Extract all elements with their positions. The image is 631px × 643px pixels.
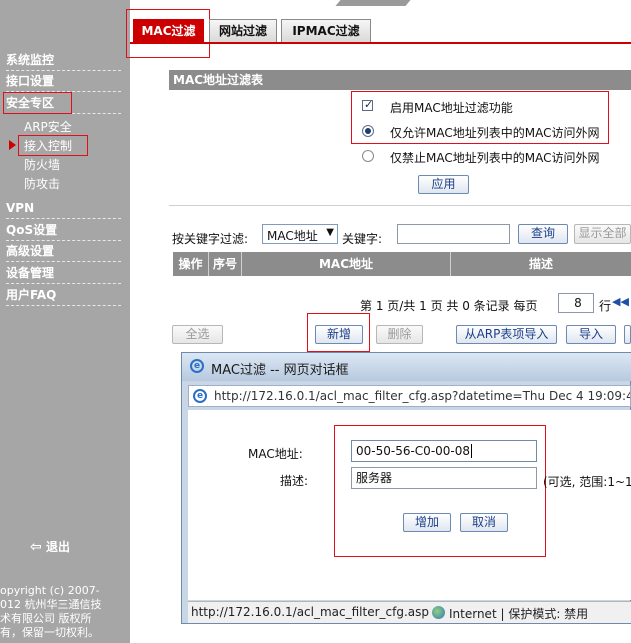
col-mac: MAC地址 (242, 252, 451, 276)
dialog-cancel-button[interactable]: 取消 (460, 513, 508, 532)
delete-button[interactable]: 删除 (376, 325, 423, 344)
sidebar-item-faq[interactable]: 用户FAQ (6, 285, 121, 306)
globe-icon (432, 606, 445, 619)
deny-list-label: 仅禁止MAC地址列表中的MAC访问外网 (390, 151, 600, 165)
deny-list-radio[interactable] (362, 150, 374, 162)
dialog-content: MAC地址: 00-50-56-C0-00-08 描述: 服务器 (可选, 范围… (188, 410, 631, 600)
logout-link[interactable]: ⇦ 退出 (30, 538, 70, 555)
panel-divider (169, 205, 631, 206)
sidebar-item-advanced[interactable]: 高级设置 (6, 241, 121, 262)
highlight-box-mac-tab (126, 9, 210, 58)
banner-decoration (335, 0, 411, 6)
sidebar-item-system-monitor[interactable]: 系统监控 (6, 50, 121, 71)
show-all-button[interactable]: 显示全部 (574, 224, 631, 244)
description-hint: (可选, 范围:1~1 (543, 475, 631, 489)
sidebar-subitem-arp[interactable]: ARP安全 (24, 118, 104, 136)
ie-icon: e (190, 359, 204, 373)
export-button-partial[interactable] (624, 325, 631, 344)
table-header: 操作 序号 MAC地址 描述 (173, 252, 631, 276)
mac-address-input[interactable]: 00-50-56-C0-00-08 (351, 440, 537, 462)
first-page-icon[interactable]: ◀◀ (612, 295, 629, 308)
sidebar: 系统监控 接口设置 安全专区 ARP安全 接入控制 防火墙 防攻击 VPN Qo… (0, 0, 130, 643)
import-arp-button[interactable]: 从ARP表项导入 (456, 325, 557, 344)
per-page-input[interactable]: 8 (558, 293, 594, 313)
sidebar-subitem-anti-attack[interactable]: 防攻击 (24, 175, 104, 193)
query-button[interactable]: 查询 (518, 224, 568, 244)
dialog-title: MAC过滤 -- 网页对话框 (211, 363, 349, 378)
tab-ipmac-filter[interactable]: IPMAC过滤 (281, 19, 371, 42)
panel-header: MAC地址过滤表 (169, 70, 631, 90)
mac-address-label: MAC地址: (248, 447, 303, 461)
tab-website-filter[interactable]: 网站过滤 (209, 19, 277, 42)
dialog-url: http://172.16.0.1/acl_mac_filter_cfg.asp… (214, 389, 631, 403)
filter-label: 按关键字过滤: (172, 232, 249, 246)
col-desc: 描述 (528, 257, 553, 271)
description-input[interactable]: 服务器 (351, 467, 537, 489)
sidebar-subitem-firewall[interactable]: 防火墙 (24, 156, 104, 174)
logout-icon: ⇦ (30, 539, 42, 555)
dialog-add-button[interactable]: 增加 (403, 513, 451, 532)
sidebar-item-device-mgmt[interactable]: 设备管理 (6, 263, 121, 284)
sidebar-item-vpn[interactable]: VPN (6, 198, 121, 219)
modal-dialog: e MAC过滤 -- 网页对话框 e http://172.16.0.1/acl… (181, 352, 631, 624)
chevron-down-icon: ▼ (326, 227, 334, 238)
sidebar-item-qos[interactable]: QoS设置 (6, 220, 121, 241)
dialog-titlebar: e MAC过滤 -- 网页对话框 (182, 353, 631, 381)
page-icon: e (193, 389, 207, 403)
tab-underline (130, 42, 631, 44)
apply-button[interactable]: 应用 (418, 175, 469, 194)
dialog-url-bar: e http://172.16.0.1/acl_mac_filter_cfg.a… (188, 385, 631, 407)
import-button[interactable]: 导入 (566, 325, 616, 344)
pager-rows-label: 行 (599, 299, 612, 313)
current-arrow-icon (9, 140, 16, 150)
copyright-text: opyright (c) 2007- 012 杭州华三通信技 术有限公司 版权所… (0, 584, 102, 639)
pager-text: 第 1 页/共 1 页 共 0 条记录 每页 (360, 299, 538, 313)
description-label: 描述: (280, 474, 309, 488)
highlight-box-security (3, 92, 72, 114)
select-all-button[interactable]: 全选 (172, 325, 223, 344)
status-zone: Internet | 保护模式: 禁用 (449, 607, 589, 621)
keyword-input[interactable] (397, 224, 510, 244)
dialog-status-bar: http://172.16.0.1/acl_mac_filter_cfg.asp… (188, 601, 631, 623)
allow-list-radio[interactable] (362, 125, 374, 137)
col-operation: 操作 (173, 252, 209, 276)
keyword-label: 关键字: (342, 232, 383, 246)
enable-filter-checkbox[interactable]: ✓ (362, 98, 373, 111)
highlight-box-add (307, 313, 370, 352)
filter-field-select[interactable]: MAC地址 ▼ (262, 224, 338, 244)
status-url: http://172.16.0.1/acl_mac_filter_cfg.asp… (191, 605, 429, 619)
col-index: 序号 (209, 252, 242, 276)
highlight-box-access-control (18, 135, 88, 156)
sidebar-item-interface[interactable]: 接口设置 (6, 71, 121, 92)
allow-list-label: 仅允许MAC地址列表中的MAC访问外网 (390, 126, 600, 140)
enable-filter-label: 启用MAC地址过滤功能 (390, 101, 513, 115)
